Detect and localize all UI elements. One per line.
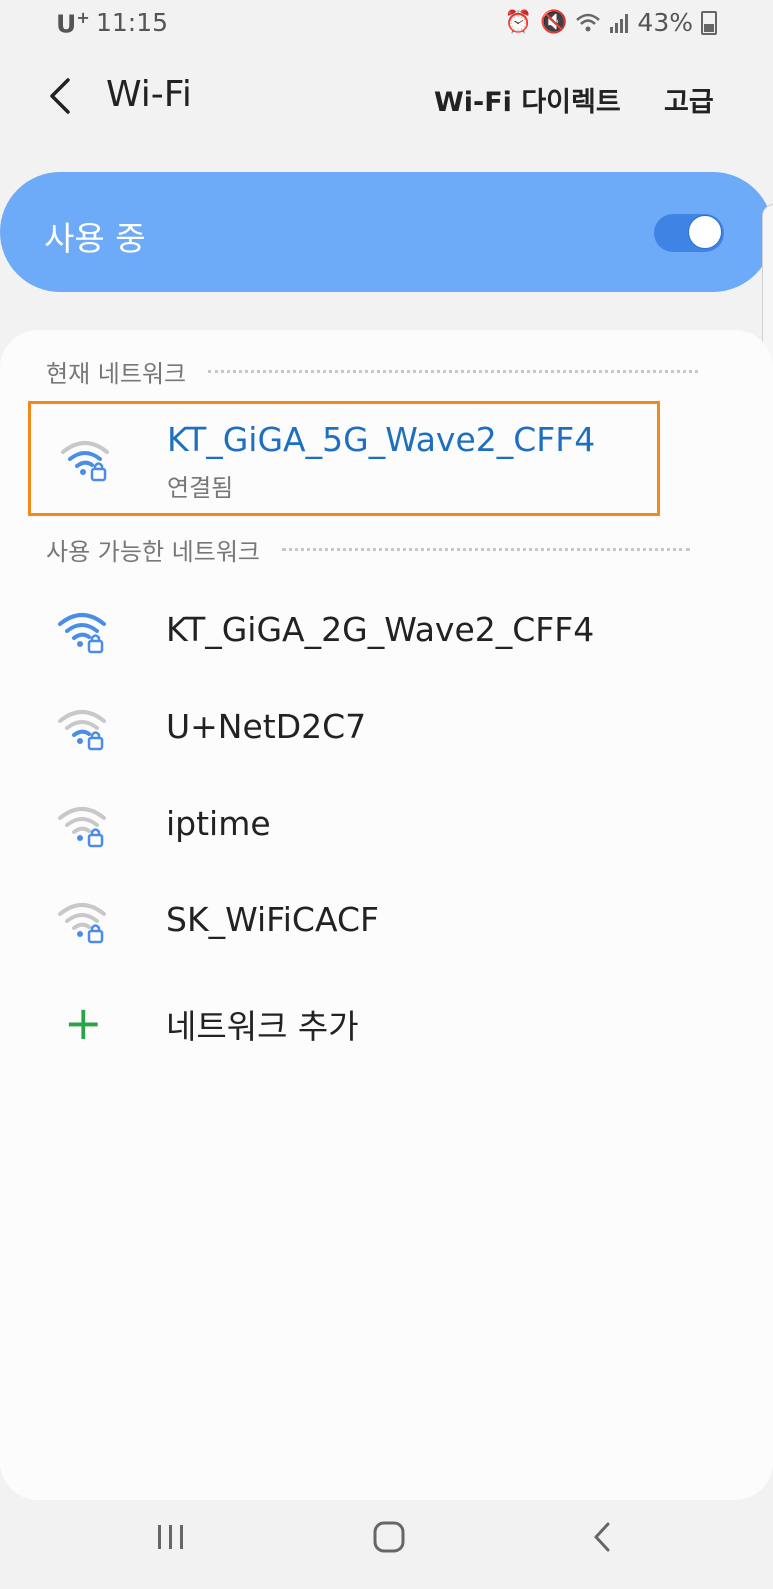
- recent-apps-icon[interactable]: [156, 1522, 186, 1552]
- wifi-direct-button[interactable]: Wi-Fi 다이렉트: [434, 80, 621, 119]
- network-name: iptime: [166, 804, 271, 843]
- network-row[interactable]: iptime: [0, 780, 773, 870]
- navigation-bar: [0, 1500, 773, 1589]
- wifi-locked-icon: [61, 441, 109, 482]
- toggle-knob: [688, 215, 722, 249]
- mute-icon: 🔇: [540, 10, 568, 35]
- network-name: KT_GiGA_2G_Wave2_CFF4: [166, 610, 595, 649]
- current-network-row[interactable]: KT_GiGA_5G_Wave2_CFF4 연결됨: [28, 401, 660, 516]
- current-network-name: KT_GiGA_5G_Wave2_CFF4: [167, 420, 596, 459]
- app-bar: Wi-Fi Wi-Fi 다이렉트 고급: [0, 60, 773, 140]
- add-icon[interactable]: +: [64, 1000, 103, 1046]
- wifi-toggle[interactable]: [654, 214, 724, 252]
- add-network-button[interactable]: 네트워크 추가: [166, 1000, 359, 1048]
- home-icon[interactable]: [372, 1520, 406, 1554]
- wifi-locked-icon: [58, 613, 106, 654]
- battery-icon: [701, 10, 717, 35]
- wifi-locked-icon: [58, 903, 106, 944]
- section-current-network: 현재 네트워크: [46, 354, 699, 389]
- status-bar: U+ 11:15 ⏰ 🔇 43%: [0, 0, 773, 48]
- carrier-label: U+: [56, 8, 90, 39]
- alarm-icon: ⏰: [504, 10, 533, 35]
- network-row[interactable]: U+NetD2C7: [0, 683, 773, 773]
- section-title: 현재 네트워크: [46, 360, 187, 388]
- wifi-locked-icon: [58, 710, 106, 751]
- battery-percent: 43%: [637, 8, 693, 37]
- section-divider: [208, 370, 699, 373]
- clock: 11:15: [96, 8, 169, 37]
- network-name: SK_WiFiCACF: [166, 900, 379, 939]
- wifi-master-switch-bar[interactable]: 사용 중: [0, 172, 773, 292]
- page-title: Wi-Fi: [106, 74, 192, 115]
- network-row[interactable]: KT_GiGA_2G_Wave2_CFF4: [0, 586, 773, 676]
- master-switch-label: 사용 중: [44, 219, 146, 258]
- network-row[interactable]: SK_WiFiCACF: [0, 876, 773, 966]
- section-available-networks: 사용 가능한 네트워크: [46, 532, 690, 567]
- signal-icon: [610, 13, 629, 33]
- section-divider: [281, 548, 690, 551]
- back-arrow-icon[interactable]: [40, 74, 80, 118]
- network-name: U+NetD2C7: [166, 707, 367, 746]
- back-icon[interactable]: [586, 1520, 620, 1554]
- wifi-locked-icon: [58, 807, 106, 848]
- wifi-status-icon: [576, 13, 601, 31]
- advanced-button[interactable]: 고급: [664, 80, 714, 119]
- section-title: 사용 가능한 네트워크: [46, 538, 260, 566]
- connection-status: 연결됨: [167, 474, 234, 502]
